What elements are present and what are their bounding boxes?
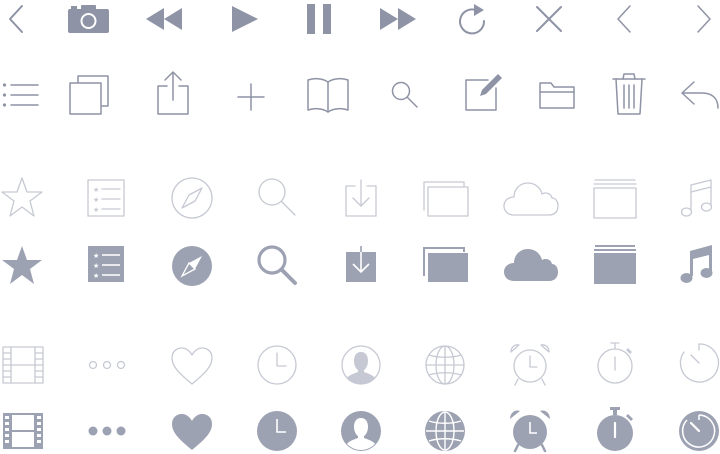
book-icon[interactable] (306, 76, 350, 114)
compose-icon[interactable] (464, 72, 504, 112)
fast-forward-icon[interactable] (378, 6, 418, 32)
svg-text:★: ★ (93, 262, 99, 270)
windows-outline-icon[interactable] (422, 180, 470, 218)
copy-icon[interactable] (68, 74, 110, 116)
stopwatch-filled-icon[interactable] (596, 406, 636, 452)
icon-sheet: ★ ★ ★ ★ ★ ★ (0, 0, 720, 454)
chevron-right-icon[interactable] (694, 4, 714, 34)
refresh-icon[interactable] (456, 2, 488, 36)
svg-text:★: ★ (93, 206, 99, 214)
list-rated-filled-icon[interactable]: ★ ★ ★ (86, 244, 126, 284)
search-filled-icon[interactable] (256, 244, 298, 286)
folder-icon[interactable] (538, 80, 576, 110)
globe-outline-icon[interactable] (424, 344, 466, 386)
download-outline-icon[interactable] (344, 178, 378, 218)
play-icon[interactable] (230, 4, 260, 34)
more-filled-icon[interactable] (86, 424, 128, 438)
windows-filled-icon[interactable] (422, 246, 470, 284)
compass-filled-icon[interactable] (170, 244, 214, 288)
list-icon[interactable] (2, 82, 40, 108)
rewind-icon[interactable] (144, 6, 184, 32)
more-outline-icon[interactable] (86, 358, 128, 372)
timer-filled-icon[interactable] (678, 408, 720, 452)
svg-text:★: ★ (93, 196, 99, 204)
heart-outline-icon[interactable] (170, 346, 214, 386)
trash-icon[interactable] (612, 72, 646, 116)
stopwatch-outline-icon[interactable] (596, 340, 636, 386)
star-filled-icon[interactable] (0, 244, 44, 286)
svg-text:★: ★ (93, 252, 99, 260)
contact-filled-icon[interactable] (340, 410, 382, 452)
search-outline-icon[interactable] (256, 176, 298, 218)
clock-filled-icon[interactable] (256, 410, 298, 452)
music-filled-icon[interactable] (680, 244, 714, 286)
pause-icon[interactable] (306, 3, 332, 35)
contact-outline-icon[interactable] (340, 344, 382, 386)
stack-filled-icon[interactable] (592, 244, 638, 286)
share-icon[interactable] (156, 70, 190, 116)
timer-outline-icon[interactable] (678, 342, 720, 384)
alarm-outline-icon[interactable] (508, 342, 552, 388)
close-icon[interactable] (534, 4, 564, 34)
compass-outline-icon[interactable] (170, 176, 214, 220)
reply-icon[interactable] (680, 80, 720, 110)
svg-text:★: ★ (93, 272, 99, 280)
alarm-filled-icon[interactable] (508, 408, 552, 454)
camera-icon[interactable] (68, 4, 110, 34)
back-chevron-icon[interactable] (4, 4, 28, 34)
chevron-left-icon[interactable] (614, 4, 634, 34)
cloud-outline-icon[interactable] (502, 180, 560, 218)
globe-filled-icon[interactable] (424, 410, 466, 452)
svg-text:★: ★ (93, 186, 99, 194)
list-rated-outline-icon[interactable]: ★ ★ ★ (86, 178, 126, 218)
stack-outline-icon[interactable] (592, 178, 638, 220)
music-outline-icon[interactable] (680, 178, 714, 220)
film-outline-icon[interactable] (2, 346, 44, 384)
add-icon[interactable] (236, 82, 266, 112)
film-filled-icon[interactable] (2, 412, 44, 450)
download-filled-icon[interactable] (344, 244, 378, 284)
search-icon[interactable] (390, 80, 420, 110)
clock-outline-icon[interactable] (256, 344, 298, 386)
heart-filled-icon[interactable] (170, 412, 214, 452)
cloud-filled-icon[interactable] (502, 246, 560, 284)
star-outline-icon[interactable] (0, 176, 44, 218)
